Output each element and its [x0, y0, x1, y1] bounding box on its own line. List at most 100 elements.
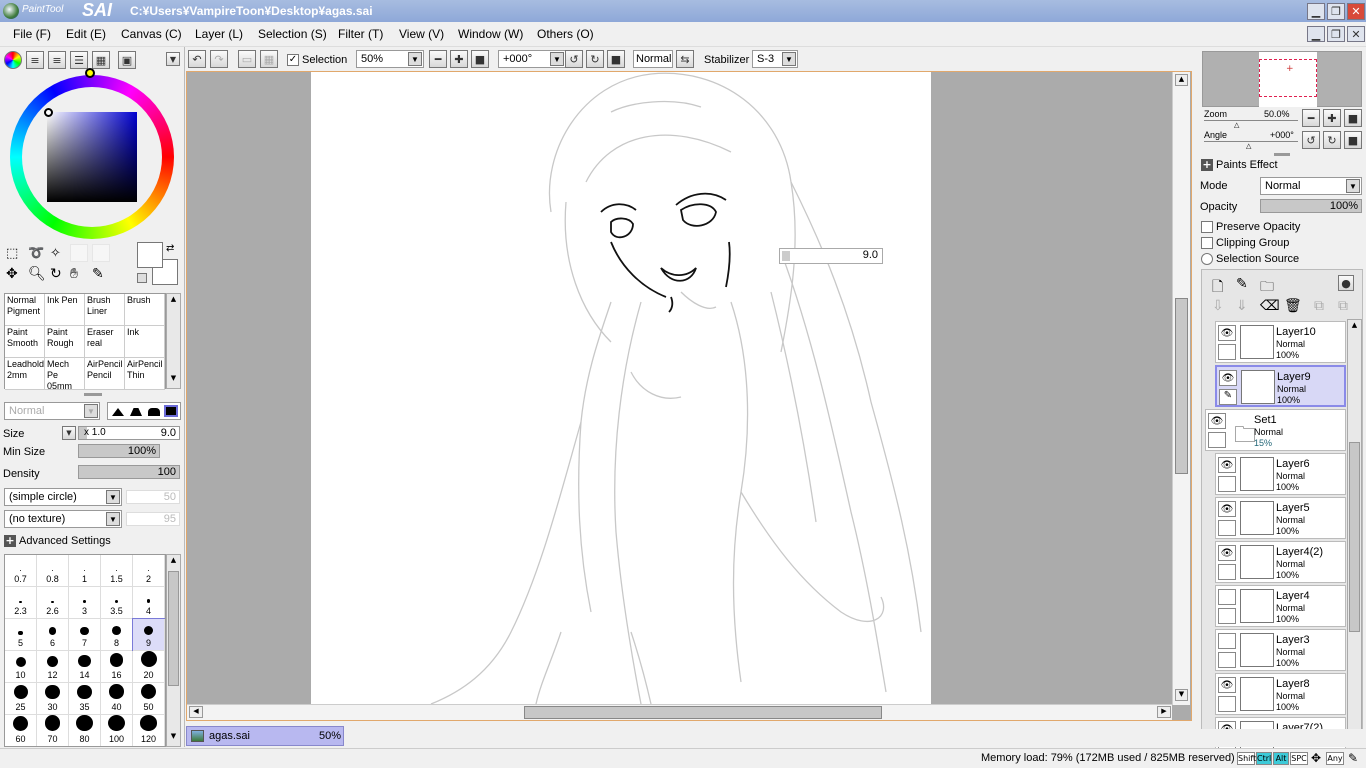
menu-selection[interactable]: Selection (S) — [258, 27, 327, 41]
brush-blend-select[interactable]: Normal ▼ — [4, 402, 100, 420]
new-layer-icon[interactable]: 🗋︎ — [1212, 276, 1223, 300]
menu-file[interactable]: File (F) — [13, 27, 51, 41]
eye-icon[interactable]: 👁︎ — [1218, 325, 1236, 341]
size-preset[interactable]: 3.5 — [101, 587, 133, 619]
layer-item[interactable]: 👁︎ Layer10 Normal 100% — [1215, 321, 1346, 363]
size-preset[interactable]: 25 — [5, 683, 37, 715]
rotate-right-icon[interactable]: ↻ — [586, 50, 604, 68]
nav-zoom-reset-icon[interactable]: ■ — [1344, 109, 1362, 127]
rotate-left-icon[interactable]: ↺ — [565, 50, 583, 68]
menu-others[interactable]: Others (O) — [537, 27, 594, 41]
size-preset[interactable]: 100 — [101, 715, 133, 746]
saturation-value-square[interactable] — [47, 112, 137, 202]
brush-ink[interactable]: Ink — [125, 326, 165, 358]
size-preset[interactable]: 8 — [101, 619, 133, 651]
scroll-down-icon[interactable]: ▼ — [168, 374, 179, 386]
zoom-select[interactable]: 50% ▼ — [356, 50, 424, 68]
brush-leadhold[interactable]: Leadhold 2mm — [5, 358, 45, 390]
size-preset[interactable]: 50 — [133, 683, 165, 715]
size-preset[interactable]: 6 — [37, 619, 69, 651]
layer-item[interactable]: Layer3 Normal 100% — [1215, 629, 1346, 671]
layer-item[interactable]: Layer4 Normal 100% — [1215, 585, 1346, 627]
undo-icon[interactable]: ↶ — [188, 50, 206, 68]
clipping-group-checkbox[interactable] — [1201, 237, 1213, 249]
layer-lock-checkbox[interactable] — [1218, 652, 1236, 668]
layer-scrollbar[interactable]: ▲ — [1347, 319, 1362, 741]
swatches-tab-icon[interactable]: ▦ — [92, 51, 110, 69]
preserve-opacity-checkbox[interactable] — [1201, 221, 1213, 233]
merge-visible-icon[interactable]: ⧉ — [1314, 298, 1324, 314]
brush-mech-pen[interactable]: Mech Pe 05mm — [45, 358, 85, 390]
menu-canvas[interactable]: Canvas (C) — [121, 27, 182, 41]
brush-airpencil-pencil[interactable]: AirPencil Pencil — [85, 358, 125, 390]
canvas-paper[interactable] — [311, 72, 931, 705]
brush-shape-sharp-icon[interactable] — [112, 408, 124, 416]
rgb-slider-tab-icon[interactable]: ≡ — [26, 51, 44, 69]
eye-icon[interactable]: 👁︎ — [1218, 501, 1236, 517]
doc-close-button[interactable]: ✕ — [1347, 26, 1365, 42]
size-preset[interactable]: 4 — [133, 587, 165, 619]
nav-rotate-right-icon[interactable]: ↻ — [1323, 131, 1341, 149]
nav-zoom-in-icon[interactable]: ✚ — [1323, 109, 1341, 127]
size-slider[interactable]: x 1.0 9.0 — [78, 426, 180, 440]
brush-liner[interactable]: Brush Liner — [85, 294, 125, 326]
eye-icon[interactable]: 👁︎ — [1208, 413, 1226, 429]
new-linework-layer-icon[interactable]: ✎ — [1236, 276, 1248, 292]
size-preset[interactable]: 10 — [5, 651, 37, 683]
angle-select[interactable]: +000° ▼ — [498, 50, 566, 68]
transparent-color-icon[interactable] — [137, 273, 147, 283]
delete-layer-icon[interactable]: 🗑︎ — [1284, 298, 1302, 314]
zoom-reset-icon[interactable]: ■ — [471, 50, 489, 68]
hand-icon[interactable]: ✋︎ — [70, 266, 78, 282]
eye-icon[interactable]: 👁︎ — [1218, 677, 1236, 693]
size-preset[interactable]: 20 — [133, 651, 165, 683]
document-tab[interactable]: agas.sai 50% — [186, 726, 344, 746]
lasso-icon[interactable]: ➰ — [28, 246, 44, 261]
size-dropdown-icon[interactable]: ▼ — [62, 426, 76, 440]
expand-plus-icon[interactable]: + — [1201, 159, 1213, 171]
layer-lock-checkbox[interactable] — [1218, 608, 1236, 624]
eye-icon[interactable]: 👁︎ — [1219, 370, 1237, 386]
scroll-thumb[interactable] — [1349, 442, 1360, 632]
size-preset[interactable]: 35 — [69, 683, 101, 715]
scroll-down-icon[interactable]: ▼ — [168, 732, 179, 744]
size-preset[interactable]: 12 — [37, 651, 69, 683]
scroll-left-icon[interactable]: ◀ — [189, 706, 203, 718]
transfer-down-icon[interactable]: ⇩ — [1212, 298, 1224, 314]
panel-menu-icon[interactable]: ▼ — [166, 52, 180, 66]
size-preset[interactable]: 1 — [69, 555, 101, 587]
layer-item[interactable]: 👁︎ Layer6 Normal 100% — [1215, 453, 1346, 495]
layer-item[interactable]: 👁︎ Layer5 Normal 100% — [1215, 497, 1346, 539]
layer-lock-checkbox[interactable] — [1218, 520, 1236, 536]
size-preset[interactable]: 2.6 — [37, 587, 69, 619]
flatten-icon[interactable]: ⧉ — [1338, 298, 1348, 314]
scroll-thumb[interactable] — [1175, 298, 1188, 474]
layer-mask-icon[interactable]: ● — [1338, 275, 1354, 291]
brush-texture-select[interactable]: (no texture) ▼ — [4, 510, 122, 528]
layer-opacity-slider[interactable]: 100% — [1260, 199, 1362, 213]
rect-select-icon[interactable]: ⬚ — [6, 246, 18, 261]
selection-source-radio[interactable] — [1201, 253, 1213, 265]
shape-strength-slider[interactable]: 50 — [126, 490, 180, 504]
size-preset[interactable]: 80 — [69, 715, 101, 746]
eye-icon[interactable]: 👁︎ — [1218, 457, 1236, 473]
paints-effect-label[interactable]: Paints Effect — [1216, 159, 1278, 171]
color-wheel[interactable] — [10, 68, 174, 239]
deselect-icon[interactable]: ▭ — [238, 50, 256, 68]
maximize-button[interactable]: ❐ — [1327, 3, 1345, 20]
size-preset[interactable]: 120 — [133, 715, 165, 746]
size-preset[interactable]: 2 — [133, 555, 165, 587]
brush-brush[interactable]: Brush — [125, 294, 165, 326]
eye-icon[interactable]: 👁︎ — [1218, 545, 1236, 561]
size-preset[interactable]: 7 — [69, 619, 101, 651]
nav-zoom-slider[interactable] — [1204, 120, 1298, 121]
merge-down-icon[interactable]: ⇓ — [1236, 298, 1248, 314]
layer-lock-checkbox[interactable] — [1218, 476, 1236, 492]
menu-view[interactable]: View (V) — [399, 27, 444, 41]
layer-lock-checkbox[interactable] — [1218, 696, 1236, 712]
layer-lock-checkbox[interactable] — [1218, 344, 1236, 360]
brush-normal-pigment[interactable]: Normal Pigment — [5, 294, 45, 326]
hidden-eye-icon[interactable] — [1218, 589, 1236, 605]
brush-paint-smooth[interactable]: Paint Smooth — [5, 326, 45, 358]
size-preset[interactable]: 14 — [69, 651, 101, 683]
